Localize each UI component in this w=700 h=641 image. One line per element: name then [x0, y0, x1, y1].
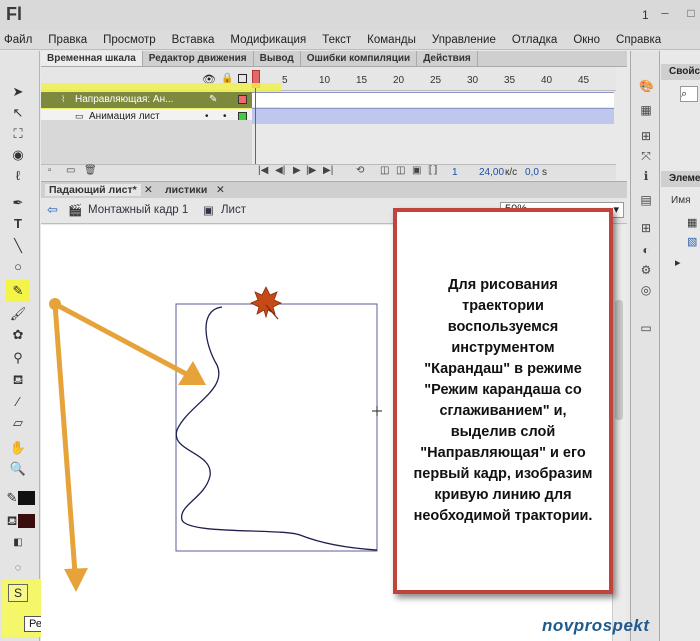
instruction-text: Для рисования траектории воспользуемся и… — [413, 277, 593, 524]
flash-window: Fl 1 – □ Файл Правка Просмотр Вставка Мо… — [0, 0, 700, 641]
watermark: novprospekt — [542, 616, 650, 635]
maple-leaf-icon — [250, 286, 282, 320]
stage-content-frame — [175, 303, 378, 552]
instruction-callout: Для рисования траектории воспользуемся и… — [393, 208, 613, 594]
motion-guide-path — [175, 306, 378, 551]
